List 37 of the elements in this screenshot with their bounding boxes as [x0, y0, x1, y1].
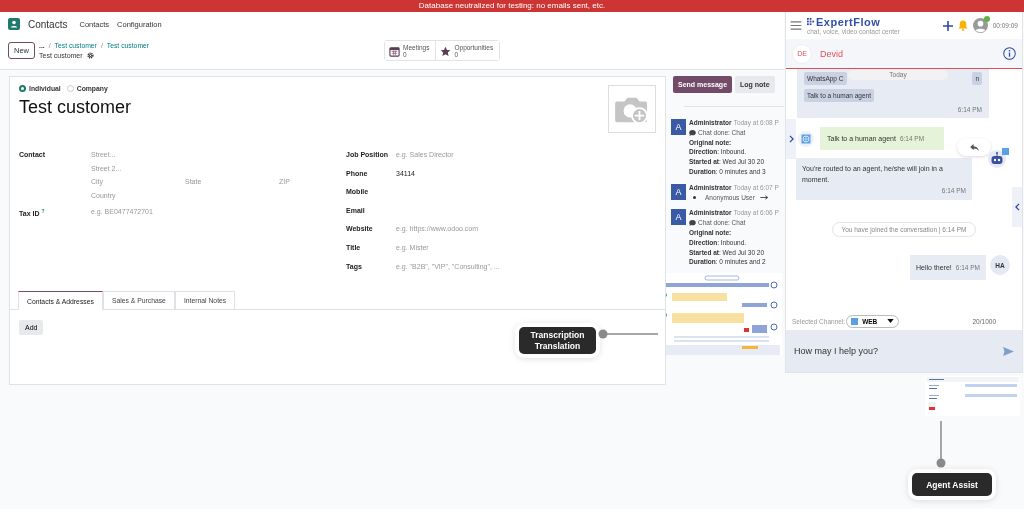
collapse-handle[interactable] [1012, 187, 1022, 227]
robot-icon [987, 148, 1009, 168]
grid-logo-icon [807, 18, 815, 26]
neutralized-banner: Database neutralized for testing: no emails sent, etc. [0, 0, 1024, 12]
reply-button[interactable] [957, 138, 991, 156]
message-composer[interactable]: How may I help you? [786, 330, 1022, 372]
user-avatar: A [671, 119, 686, 135]
contacts-app-icon[interactable] [8, 18, 20, 30]
arrow-icon [759, 194, 769, 200]
caret-icon [887, 319, 895, 323]
send-icon[interactable] [1003, 346, 1014, 356]
customer-name: Devid [820, 48, 843, 59]
reply-arrow-icon [969, 143, 979, 151]
expand-handle[interactable] [786, 119, 796, 159]
menu-icon[interactable] [790, 21, 802, 30]
chevron-icon [1014, 203, 1020, 211]
user-avatar-icon[interactable] [972, 18, 988, 33]
info-icon[interactable] [1003, 47, 1016, 60]
calendar-icon [389, 45, 401, 57]
bullet-icon [693, 195, 696, 199]
user-avatar: A [671, 183, 686, 200]
contact-name[interactable]: Test customer [19, 97, 132, 118]
star-icon [440, 45, 452, 57]
plus-icon[interactable] [942, 20, 953, 31]
brand-name: ExpertFlow [816, 16, 881, 28]
radio-button[interactable] [19, 85, 26, 92]
web-channel-icon [851, 317, 859, 325]
message-input[interactable]: How may I help you? [792, 345, 1003, 357]
chevron-icon [788, 135, 794, 143]
web-channel-icon [798, 130, 814, 147]
leader-line [936, 421, 946, 469]
user-avatar: A [671, 209, 686, 226]
leader-line [598, 329, 658, 339]
speech-bubble-icon [689, 129, 696, 136]
app-title[interactable]: Contacts [28, 18, 68, 30]
gear-icon[interactable] [86, 52, 94, 59]
speech-bubble-icon [689, 220, 696, 227]
